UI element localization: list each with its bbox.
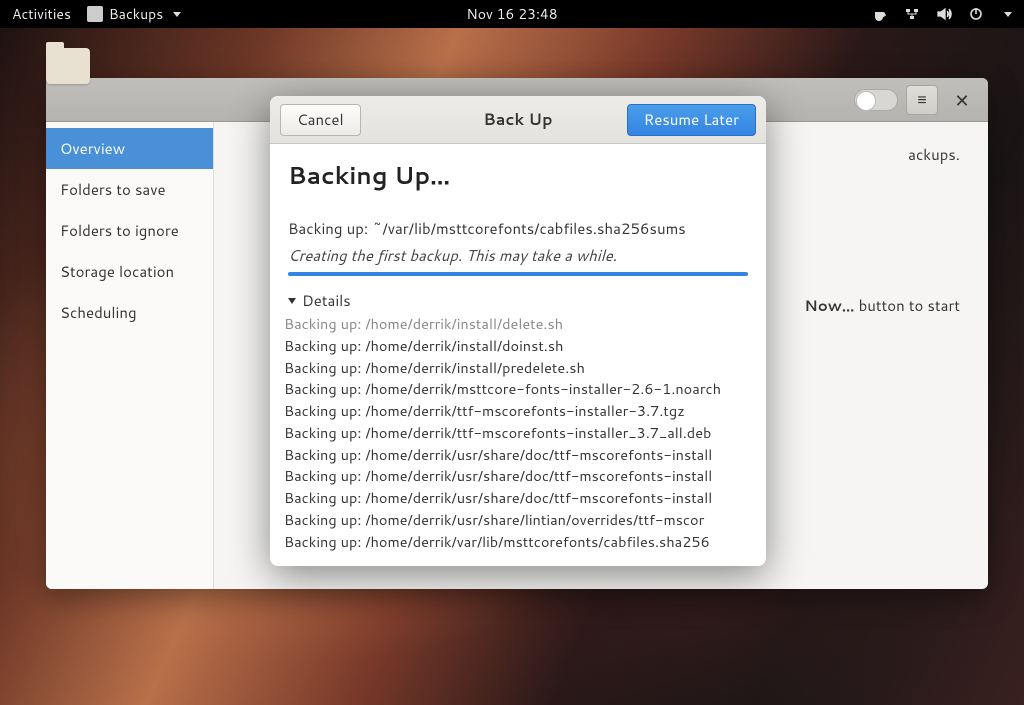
- log-line: Backing up: /home/derrik/msttcore-fonts-…: [284, 378, 752, 400]
- sidebar-item-folders-ignore[interactable]: Folders to ignore: [46, 210, 213, 251]
- close-icon: ✕: [954, 87, 969, 113]
- gnome-topbar: Activities Backups Nov 16 23:48: [0, 0, 1024, 28]
- backups-app-icon: [87, 6, 103, 22]
- log-line: Backing up: /home/derrik/ttf-mscorefonts…: [284, 422, 752, 444]
- auto-backup-toggle[interactable]: [854, 89, 898, 111]
- activities-button[interactable]: Activities: [12, 4, 71, 24]
- details-log: Backing up: /home/derrik/install/delete.…: [284, 313, 752, 552]
- sidebar-item-label: Folders to ignore: [60, 220, 179, 241]
- sidebar-item-scheduling[interactable]: Scheduling: [46, 292, 213, 333]
- resume-later-button[interactable]: Resume Later: [627, 104, 756, 136]
- current-file-label: Backing up: ~/var/lib/msttcorefonts/cabf…: [288, 218, 748, 239]
- details-label-text: Details: [302, 290, 351, 311]
- backup-progress-dialog: Cancel Back Up Resume Later Backing Up… …: [270, 96, 766, 566]
- app-menu[interactable]: Backups: [87, 4, 181, 24]
- log-line: Backing up: /home/derrik/var/lib/msttcor…: [284, 531, 752, 553]
- hint-text-now: Now…: [804, 295, 854, 316]
- log-line: Backing up: /home/derrik/install/predele…: [284, 357, 752, 379]
- log-line: Backing up: /home/derrik/install/delete.…: [284, 313, 752, 335]
- dialog-header: Cancel Back Up Resume Later: [270, 96, 766, 144]
- dialog-heading: Backing Up…: [288, 158, 748, 192]
- volume-icon[interactable]: [936, 6, 952, 22]
- power-icon[interactable]: [968, 6, 984, 22]
- log-line: Backing up: /home/derrik/ttf-mscorefonts…: [284, 400, 752, 422]
- log-line: Backing up: /home/derrik/usr/share/doc/t…: [284, 465, 752, 487]
- caffeine-icon[interactable]: [872, 6, 888, 22]
- sidebar-item-label: Folders to save: [60, 179, 166, 200]
- sidebar-item-label: Storage location: [60, 261, 174, 282]
- sidebar-item-storage[interactable]: Storage location: [46, 251, 213, 292]
- hamburger-menu-button[interactable]: ≡: [906, 85, 938, 115]
- hamburger-icon: ≡: [917, 88, 926, 111]
- log-line: Backing up: /home/derrik/usr/share/doc/t…: [284, 487, 752, 509]
- chevron-down-icon: [173, 12, 181, 17]
- cancel-button[interactable]: Cancel: [280, 104, 361, 136]
- sidebar-item-folders-save[interactable]: Folders to save: [46, 169, 213, 210]
- network-icon[interactable]: [904, 6, 920, 22]
- details-expander[interactable]: Details: [288, 290, 748, 311]
- log-line: Backing up: /home/derrik/usr/share/doc/t…: [284, 444, 752, 466]
- window-close-button[interactable]: ✕: [946, 85, 978, 115]
- progress-bar: [288, 272, 748, 276]
- clock[interactable]: Nov 16 23:48: [466, 4, 557, 24]
- sidebar-item-overview[interactable]: Overview: [46, 128, 213, 169]
- desktop-folder-icon[interactable]: [46, 48, 94, 88]
- log-line: Backing up: /home/derrik/install/doinst.…: [284, 335, 752, 357]
- chevron-down-icon: [288, 298, 296, 304]
- sidebar: Overview Folders to save Folders to igno…: [46, 122, 214, 589]
- system-menu-caret-icon[interactable]: [1004, 12, 1012, 17]
- hint-text-2: button to start: [855, 295, 960, 316]
- log-line: Backing up: /home/derrik/usr/share/linti…: [284, 509, 752, 531]
- status-subtext: Creating the first backup. This may take…: [288, 245, 748, 266]
- app-menu-label: Backups: [109, 4, 163, 24]
- sidebar-item-label: Scheduling: [60, 302, 137, 323]
- sidebar-item-label: Overview: [60, 138, 125, 159]
